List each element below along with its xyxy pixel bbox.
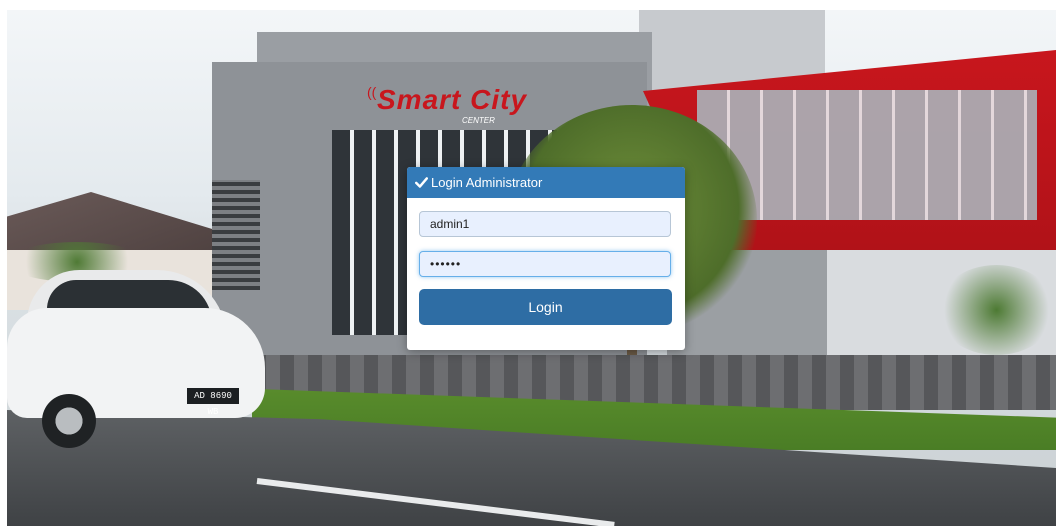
sign-title: Smart City: [377, 84, 528, 115]
bush-right: [937, 265, 1056, 355]
smart-city-sign: (( Smart City CENTER: [367, 82, 526, 128]
password-input[interactable]: [419, 251, 671, 277]
white-car: AD 8690 WB: [7, 268, 267, 448]
login-dialog-title: Login Administrator: [431, 175, 543, 190]
login-dialog: Login Administrator Login: [407, 167, 685, 350]
check-icon: [415, 177, 428, 188]
login-dialog-header: Login Administrator: [407, 167, 685, 198]
sign-subtitle: CENTER: [462, 116, 495, 125]
login-button[interactable]: Login: [419, 289, 672, 325]
license-plate: AD 8690 WB: [187, 388, 239, 417]
username-input[interactable]: [419, 211, 671, 237]
wifi-icon: ((: [367, 84, 377, 100]
car-wheel: [42, 394, 96, 448]
